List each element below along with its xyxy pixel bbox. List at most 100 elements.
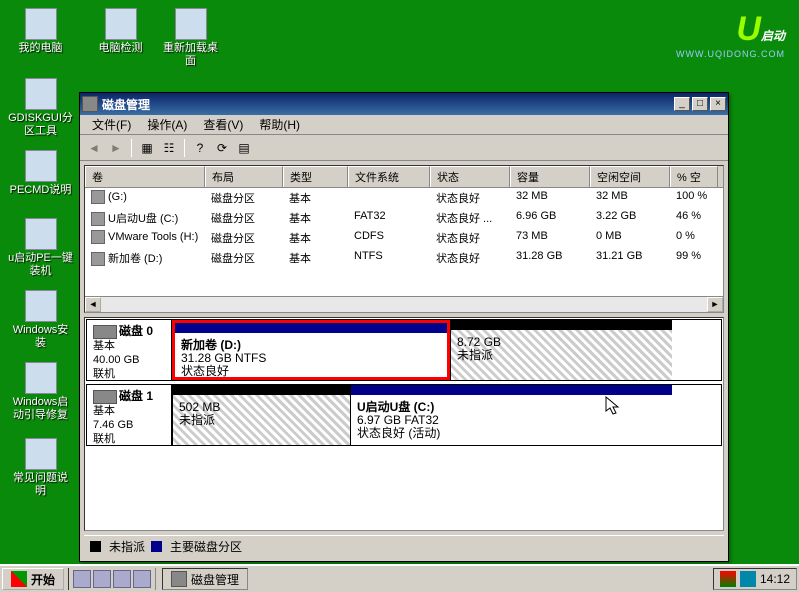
volume-icon xyxy=(91,212,105,226)
app-icon xyxy=(25,8,57,40)
app-icon xyxy=(25,438,57,470)
partition-label: 新加卷 (D:)31.28 GB NTFS状态良好 xyxy=(181,339,441,378)
start-label: 开始 xyxy=(31,571,55,588)
scroll-track[interactable] xyxy=(101,297,707,312)
disk-info: 磁盘 0基本40.00 GB联机 xyxy=(87,320,172,380)
app-icon xyxy=(175,8,207,40)
menu-action[interactable]: 操作(A) xyxy=(139,114,195,135)
disk-row[interactable]: 磁盘 1基本7.46 GB联机502 MB未指派U启动U盘 (C:)6.97 G… xyxy=(86,384,722,446)
partition-label: U启动U盘 (C:)6.97 GB FAT32状态良好 (活动) xyxy=(357,401,666,440)
col-status[interactable]: 状态 xyxy=(430,166,510,187)
toolbar: ◄ ► ▦ ☷ ? ⟳ ▤ xyxy=(80,135,728,161)
titlebar[interactable]: 磁盘管理 _ □ × xyxy=(80,93,728,115)
back-button: ◄ xyxy=(84,138,104,158)
desktop-icon[interactable]: 重新加载桌面 xyxy=(158,8,223,68)
maximize-button[interactable]: □ xyxy=(692,97,708,111)
taskbar-app-button[interactable]: 磁盘管理 xyxy=(162,568,248,590)
desktop-icon[interactable]: PECMD说明 xyxy=(8,150,73,197)
brand-logo: U启动 WWW.UQIDONG.COM xyxy=(676,10,785,59)
scroll-right-button[interactable]: ► xyxy=(707,297,723,312)
system-tray[interactable]: 14:12 xyxy=(713,568,797,590)
close-button[interactable]: × xyxy=(710,97,726,111)
tool-settings-icon[interactable]: ▤ xyxy=(234,138,254,158)
col-volume[interactable]: 卷 xyxy=(85,166,205,187)
disk-mgmt-icon xyxy=(82,96,98,112)
col-fs[interactable]: 文件系统 xyxy=(348,166,430,187)
col-layout[interactable]: 布局 xyxy=(205,166,283,187)
app-icon xyxy=(25,362,57,394)
tool-properties-icon[interactable]: ▦ xyxy=(137,138,157,158)
partition-bar xyxy=(451,320,672,330)
app-icon xyxy=(105,8,137,40)
app-icon xyxy=(25,78,57,110)
legend-primary: 主要磁盘分区 xyxy=(170,538,242,555)
col-type[interactable]: 类型 xyxy=(283,166,348,187)
tool-refresh-icon[interactable]: ⟳ xyxy=(212,138,232,158)
disk-graphical-view[interactable]: 磁盘 0基本40.00 GB联机新加卷 (D:)31.28 GB NTFS状态良… xyxy=(84,317,724,531)
partition-label: 8.72 GB未指派 xyxy=(457,336,666,362)
desktop-icon[interactable]: GDISKGUI分区工具 xyxy=(8,78,73,138)
disk-icon xyxy=(93,390,117,404)
volume-icon xyxy=(91,252,105,266)
disk-row[interactable]: 磁盘 0基本40.00 GB联机新加卷 (D:)31.28 GB NTFS状态良… xyxy=(86,319,722,381)
minimize-button[interactable]: _ xyxy=(674,97,690,111)
disk-management-window: 磁盘管理 _ □ × 文件(F) 操作(A) 查看(V) 帮助(H) ◄ ► ▦… xyxy=(79,92,729,562)
disk-info: 磁盘 1基本7.46 GB联机 xyxy=(87,385,172,445)
app-icon xyxy=(25,290,57,322)
icon-label: PECMD说明 xyxy=(8,184,73,197)
desktop-icon[interactable]: 常见问题说明 xyxy=(8,438,73,498)
menu-help[interactable]: 帮助(H) xyxy=(251,114,308,135)
disk-icon xyxy=(93,325,117,339)
tool-help-icon[interactable]: ? xyxy=(190,138,210,158)
legend-swatch-primary xyxy=(151,541,162,552)
quick-launch-item[interactable] xyxy=(93,570,111,588)
app-icon xyxy=(25,218,57,250)
icon-label: u启动PE一键装机 xyxy=(8,252,73,278)
menubar: 文件(F) 操作(A) 查看(V) 帮助(H) xyxy=(80,115,728,135)
legend-swatch-unalloc xyxy=(90,541,101,552)
quick-launch-item[interactable] xyxy=(133,570,151,588)
volume-row[interactable]: U启动U盘 (C:)磁盘分区基本FAT32状态良好 ...6.96 GB3.22… xyxy=(85,208,723,228)
volume-row[interactable]: VMware Tools (H:)磁盘分区基本CDFS状态良好73 MB0 MB… xyxy=(85,228,723,248)
tool-list-icon[interactable]: ☷ xyxy=(159,138,179,158)
quick-launch-item[interactable] xyxy=(73,570,91,588)
tray-icon[interactable] xyxy=(720,571,736,587)
partition[interactable]: 502 MB未指派 xyxy=(172,385,350,445)
partition[interactable]: U启动U盘 (C:)6.97 GB FAT32状态良好 (活动) xyxy=(350,385,672,445)
col-free[interactable]: 空闲空间 xyxy=(590,166,670,187)
icon-label: 重新加载桌面 xyxy=(158,42,223,68)
partition-bar xyxy=(175,323,447,333)
clock[interactable]: 14:12 xyxy=(760,572,790,586)
partition-bar xyxy=(173,385,350,395)
menu-view[interactable]: 查看(V) xyxy=(195,114,251,135)
quick-launch xyxy=(68,568,156,590)
volume-header: 卷 布局 类型 文件系统 状态 容量 空闲空间 % 空 xyxy=(85,166,723,188)
legend-unalloc: 未指派 xyxy=(109,538,145,555)
volume-icon xyxy=(91,190,105,204)
partition[interactable]: 8.72 GB未指派 xyxy=(450,320,672,380)
scroll-left-button[interactable]: ◄ xyxy=(85,297,101,312)
taskbar: 开始 磁盘管理 14:12 xyxy=(0,564,799,592)
desktop: 我的电脑 电脑检测重新加载桌面 GDISKGUI分区工具 PECMD说明 u启动PE一键… xyxy=(0,0,799,592)
taskbar-app-label: 磁盘管理 xyxy=(191,571,239,588)
col-pct[interactable]: % 空 xyxy=(670,166,718,187)
volume-row[interactable]: 新加卷 (D:)磁盘分区基本NTFS状态良好31.28 GB31.21 GB99… xyxy=(85,248,723,268)
menu-file[interactable]: 文件(F) xyxy=(84,114,139,135)
desktop-icon[interactable]: Windows安装 xyxy=(8,290,73,350)
forward-button: ► xyxy=(106,138,126,158)
volume-row[interactable]: (G:)磁盘分区基本状态良好32 MB32 MB100 % xyxy=(85,188,723,208)
desktop-icon[interactable]: 我的电脑 xyxy=(8,8,73,55)
icon-label: 我的电脑 xyxy=(8,42,73,55)
col-capacity[interactable]: 容量 xyxy=(510,166,590,187)
desktop-icon[interactable]: u启动PE一键装机 xyxy=(8,218,73,278)
hscrollbar[interactable]: ◄ ► xyxy=(85,296,723,312)
tray-icon[interactable] xyxy=(740,571,756,587)
volume-list[interactable]: 卷 布局 类型 文件系统 状态 容量 空闲空间 % 空 (G:)磁盘分区基本状态… xyxy=(84,165,724,313)
partition[interactable]: 新加卷 (D:)31.28 GB NTFS状态良好 xyxy=(172,320,450,380)
quick-launch-item[interactable] xyxy=(113,570,131,588)
start-button[interactable]: 开始 xyxy=(2,568,64,590)
partition-bar xyxy=(351,385,672,395)
icon-label: Windows安装 xyxy=(8,324,73,350)
desktop-icon[interactable]: 电脑检测 xyxy=(88,8,153,55)
desktop-icon[interactable]: Windows启动引导修复 xyxy=(8,362,73,422)
